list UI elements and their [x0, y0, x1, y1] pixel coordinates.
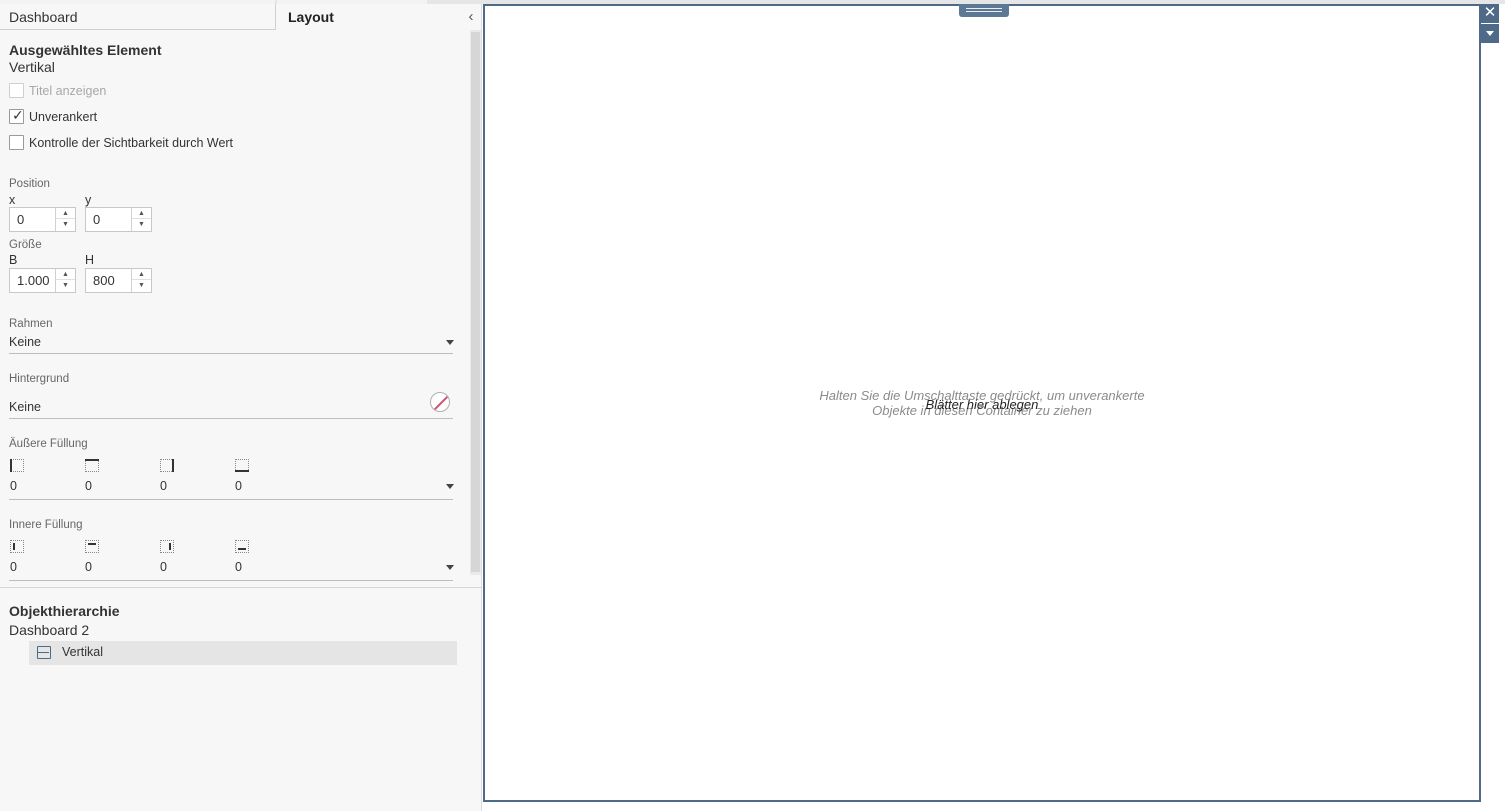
selected-element-heading: Ausgewähltes Element — [9, 42, 162, 58]
width-label: B — [9, 253, 18, 267]
padding-right-icon — [160, 540, 174, 553]
stepper-down-icon[interactable]: ▼ — [132, 219, 151, 230]
grip-line — [966, 11, 1002, 12]
layout-panel: Dashboard Layout ‹ Ausgewähltes Element … — [0, 4, 482, 811]
floating-checkbox[interactable]: ✓ — [9, 107, 24, 124]
dropdown-caret-icon[interactable] — [446, 484, 454, 489]
no-color-slash — [431, 393, 449, 411]
drop-sheets-text: Blätter hier ablegen — [925, 397, 1039, 412]
close-icon[interactable]: ✕ — [1481, 4, 1499, 23]
padding-bar — [10, 459, 12, 472]
background-label: Hintergrund — [9, 373, 70, 385]
vertical-container-canvas[interactable]: Halten Sie die Umschalttaste gedrückt, u… — [483, 4, 1481, 802]
canvas-bottom-margin — [483, 802, 1505, 811]
stepper-down-icon[interactable]: ▼ — [56, 280, 75, 291]
stepper-down-icon[interactable]: ▼ — [132, 280, 151, 291]
chevron-left-icon[interactable]: ‹ — [464, 8, 478, 26]
check-icon: ✓ — [12, 107, 24, 123]
inner-padding-right-value: 0 — [160, 560, 167, 574]
stepper-up-icon[interactable]: ▲ — [56, 208, 75, 219]
tab-layout[interactable]: Layout — [276, 4, 466, 30]
padding-top-icon — [85, 540, 99, 553]
border-label: Rahmen — [9, 318, 53, 330]
padding-left-icon — [10, 540, 24, 553]
padding-left-icon — [10, 459, 24, 472]
padding-bottom-icon — [235, 540, 249, 553]
height-stepper[interactable]: 800 ▲ ▼ — [85, 268, 152, 293]
padding-bar — [235, 470, 249, 472]
outer-padding-left-value: 0 — [10, 479, 17, 493]
background-value[interactable]: Keine — [9, 400, 41, 414]
outer-padding-bottom-value: 0 — [235, 479, 242, 493]
width-stepper[interactable]: 1.000 ▲ ▼ — [9, 268, 76, 293]
container-divider — [38, 651, 49, 653]
visibility-control-checkbox[interactable] — [9, 135, 24, 150]
size-label: Größe — [9, 239, 42, 251]
dropdown-caret-icon — [1486, 31, 1494, 36]
stepper-arrows: ▲ ▼ — [55, 269, 75, 292]
inner-padding-underline — [9, 580, 453, 581]
outer-padding-top-value: 0 — [85, 479, 92, 493]
height-value[interactable]: 800 — [93, 273, 115, 288]
hierarchy-item-vertical[interactable]: Vertikal — [29, 641, 457, 665]
padding-top-icon — [85, 459, 99, 472]
outer-padding-right-value: 0 — [160, 479, 167, 493]
x-stepper[interactable]: 0 ▲ ▼ — [9, 207, 76, 232]
visibility-control-label: Kontrolle der Sichtbarkeit durch Wert — [29, 136, 234, 150]
no-color-icon[interactable] — [430, 392, 450, 412]
selected-element-type: Vertikal — [9, 59, 55, 75]
show-title-label: Titel anzeigen — [29, 84, 107, 98]
x-value[interactable]: 0 — [17, 212, 24, 227]
show-title-checkbox[interactable] — [9, 83, 24, 98]
padding-bar — [85, 459, 99, 461]
position-label: Position — [9, 178, 50, 190]
y-stepper[interactable]: 0 ▲ ▼ — [85, 207, 152, 232]
hierarchy-item-label: Vertikal — [62, 645, 103, 659]
inner-padding-label: Innere Füllung — [9, 519, 83, 531]
padding-bar — [88, 543, 96, 545]
y-label: y — [85, 193, 92, 207]
background-underline — [9, 418, 453, 419]
section-separator — [0, 587, 482, 588]
padding-bar — [169, 543, 171, 550]
inner-padding-top-value: 0 — [85, 560, 92, 574]
dropdown-caret-icon[interactable] — [446, 565, 454, 570]
grip-line — [966, 8, 1002, 9]
height-label: H — [85, 253, 95, 267]
x-label: x — [9, 193, 16, 207]
width-value[interactable]: 1.000 — [17, 273, 50, 288]
dropdown-caret-icon[interactable] — [446, 340, 454, 345]
outer-padding-label: Äußere Füllung — [9, 438, 88, 450]
border-dropdown-underline — [9, 353, 453, 354]
stepper-arrows: ▲ ▼ — [55, 208, 75, 231]
inner-padding-left-value: 0 — [10, 560, 17, 574]
tab-dashboard[interactable]: Dashboard — [0, 4, 276, 30]
move-grip-handle[interactable] — [959, 4, 1009, 17]
more-options-button[interactable] — [1481, 24, 1499, 43]
inner-padding-bottom-value: 0 — [235, 560, 242, 574]
padding-bottom-icon — [235, 459, 249, 472]
vertical-container-icon — [37, 646, 51, 659]
object-hierarchy-heading: Objekthierarchie — [9, 603, 120, 619]
stepper-arrows: ▲ ▼ — [131, 269, 151, 292]
y-value[interactable]: 0 — [93, 212, 100, 227]
stepper-up-icon[interactable]: ▲ — [56, 269, 75, 280]
padding-bar — [238, 548, 246, 550]
panel-tabs: Dashboard Layout ‹ — [0, 4, 482, 30]
stepper-up-icon[interactable]: ▲ — [132, 269, 151, 280]
padding-bar — [13, 543, 15, 550]
floating-label: Unverankert — [29, 110, 98, 124]
outer-padding-underline — [9, 499, 453, 500]
hierarchy-root[interactable]: Dashboard 2 — [9, 622, 89, 638]
border-value[interactable]: Keine — [9, 335, 41, 349]
stepper-down-icon[interactable]: ▼ — [56, 219, 75, 230]
scrollbar-thumb[interactable] — [471, 32, 480, 572]
padding-bar — [172, 459, 174, 472]
stepper-up-icon[interactable]: ▲ — [132, 208, 151, 219]
padding-right-icon — [160, 459, 174, 472]
stepper-arrows: ▲ ▼ — [131, 208, 151, 231]
